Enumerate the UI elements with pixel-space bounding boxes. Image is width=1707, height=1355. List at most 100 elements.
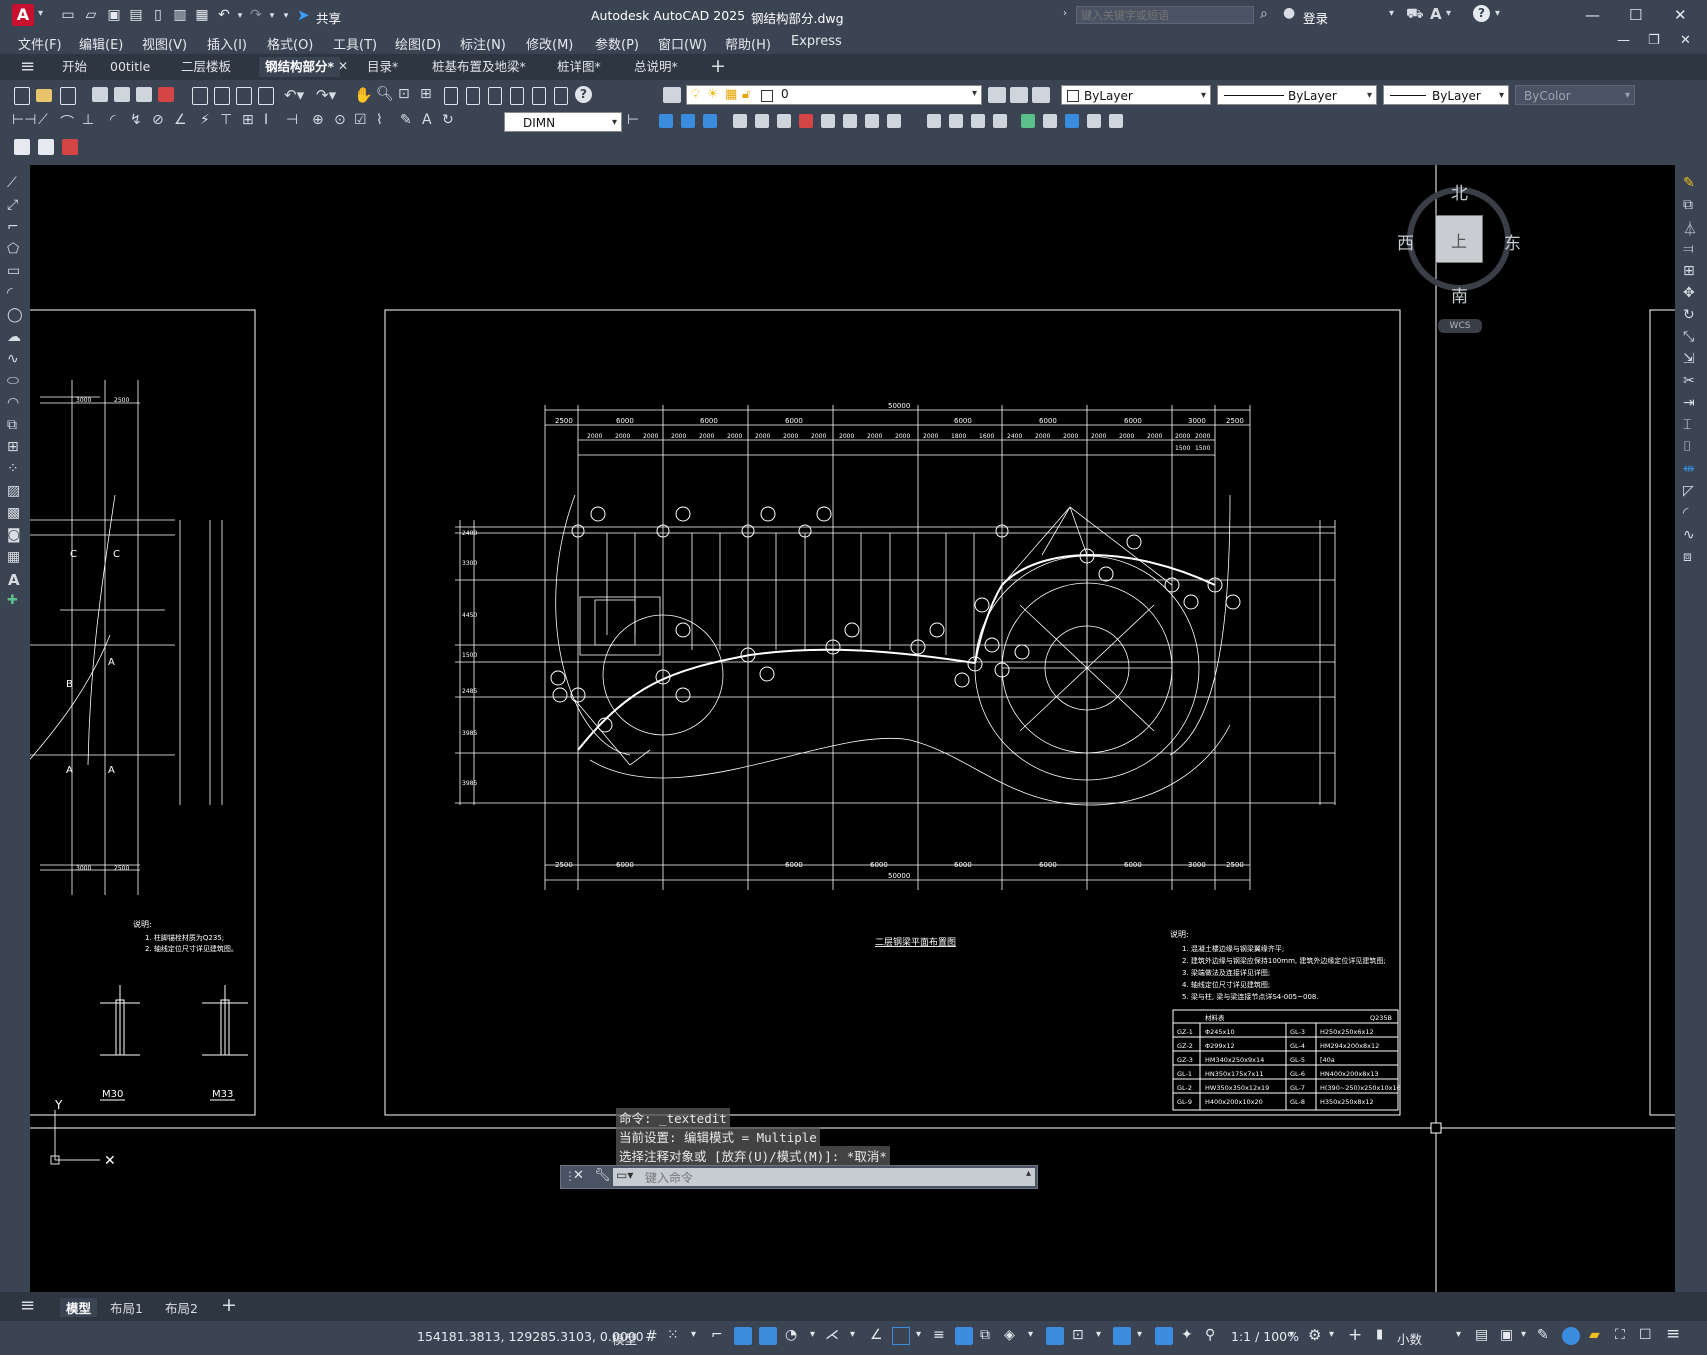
- menu-format[interactable]: 格式(O): [267, 34, 313, 53]
- viewcube-east[interactable]: 东: [1504, 229, 1521, 254]
- qnew-icon[interactable]: [14, 87, 30, 105]
- stretch-icon[interactable]: ⇲: [1683, 351, 1695, 367]
- color-dropdown[interactable]: ByLayer ▾: [1061, 85, 1211, 105]
- login-dropdown-icon[interactable]: ▾: [1389, 8, 1394, 19]
- dim-aligned-icon[interactable]: ⟋: [38, 112, 48, 128]
- save-toolbar-icon[interactable]: [60, 87, 76, 105]
- autodesk-dropdown-icon[interactable]: ▾: [1446, 8, 1451, 19]
- spline-icon[interactable]: ∿: [7, 351, 19, 367]
- erase-icon[interactable]: ✎: [1683, 175, 1695, 191]
- menu-help[interactable]: 帮助(H): [725, 34, 771, 53]
- hatch-edit-icon[interactable]: [799, 114, 813, 128]
- search-icon[interactable]: ⌕: [1260, 6, 1268, 22]
- rotate-icon[interactable]: ↻: [1683, 307, 1695, 323]
- refset-icon[interactable]: [971, 114, 985, 128]
- lock-ui-icon[interactable]: ▣: [1500, 1327, 1513, 1343]
- rectangle-icon[interactable]: ▭: [7, 263, 20, 279]
- cut-icon[interactable]: [192, 87, 208, 105]
- selection-filter-dropdown-icon[interactable]: ▾: [1096, 1329, 1101, 1340]
- sheet-icon[interactable]: ▯: [150, 7, 166, 23]
- menu-insert[interactable]: 插入(I): [207, 34, 247, 53]
- hardware-acceleration-icon[interactable]: [1562, 1327, 1580, 1345]
- login-button[interactable]: 登录: [1303, 8, 1328, 27]
- text-edit-icon[interactable]: [14, 139, 30, 155]
- 3d-osnap-icon[interactable]: ◈: [1004, 1327, 1015, 1343]
- menu-parametric[interactable]: 参数(P): [595, 34, 639, 53]
- doc-minimize-icon[interactable]: —: [1617, 33, 1630, 48]
- redo-toolbar-icon[interactable]: ↷▾: [316, 86, 336, 104]
- join-icon[interactable]: ⇹: [1683, 461, 1695, 477]
- dim-text-edit-icon[interactable]: A: [422, 112, 432, 128]
- menu-express[interactable]: Express: [791, 34, 842, 49]
- menu-draw[interactable]: 绘图(D): [395, 34, 441, 53]
- tab-second-floor[interactable]: 二层楼板: [181, 57, 231, 77]
- help-dropdown-icon[interactable]: ▾: [1495, 8, 1500, 19]
- doc-close-icon[interactable]: ✕: [1680, 33, 1691, 48]
- cart-icon[interactable]: ⛟: [1406, 6, 1424, 24]
- maximize-icon[interactable]: ☐: [1629, 6, 1642, 24]
- dim-arc-icon[interactable]: ⌒: [60, 112, 74, 132]
- lineweight-icon[interactable]: ≡: [933, 1327, 945, 1343]
- dim-linear-icon[interactable]: ⊢⊣: [12, 112, 36, 128]
- layer-dropdown-arrow-icon[interactable]: ▾: [972, 88, 977, 99]
- undo-dropdown-icon[interactable]: ▾: [232, 8, 248, 24]
- region-icon[interactable]: ◙: [7, 527, 21, 543]
- properties-icon[interactable]: [444, 87, 458, 105]
- tab-close-icon[interactable]: ✕: [338, 59, 348, 73]
- markup-icon[interactable]: [532, 87, 546, 105]
- tab-00title[interactable]: 00title: [110, 57, 150, 77]
- gizmo-dropdown-icon[interactable]: ▾: [1137, 1329, 1142, 1340]
- doc-restore-icon[interactable]: ❐: [1648, 33, 1660, 48]
- viewcube-west[interactable]: 西: [1397, 229, 1414, 254]
- zoom-realtime-icon[interactable]: 🔍︎: [376, 86, 394, 102]
- copy-object-icon[interactable]: ⧉: [1683, 197, 1693, 213]
- copy-icon[interactable]: [214, 87, 230, 105]
- save-icon[interactable]: ▣: [106, 7, 122, 23]
- autocad-logo[interactable]: A: [12, 4, 34, 26]
- layer-manager-icon[interactable]: [663, 87, 681, 103]
- 3d-osnap-dropdown-icon[interactable]: ▾: [1028, 1329, 1033, 1340]
- make-block-icon[interactable]: ⊞: [7, 439, 19, 455]
- scale-icon[interactable]: ⤡: [1683, 329, 1694, 345]
- viewcube[interactable]: 北 南 西 东 上 WCS: [1397, 171, 1521, 333]
- text-scale-icon[interactable]: [62, 139, 78, 155]
- calculator-icon[interactable]: [554, 87, 568, 105]
- dim-quick-icon[interactable]: ⚡: [200, 112, 210, 128]
- drawing-canvas[interactable]: 50000 50000 2500 6000 6000 6000 6000 600…: [30, 165, 1675, 1292]
- paste-icon[interactable]: [236, 87, 252, 105]
- menu-dimension[interactable]: 标注(N): [460, 34, 506, 53]
- point-icon[interactable]: ⁘: [7, 461, 19, 477]
- layer-dropdown[interactable]: 💡︎ ☀ ▦ 🔓︎ 0 ▾: [686, 85, 982, 105]
- tab-start[interactable]: 开始: [62, 57, 87, 77]
- new-tab-plus-icon[interactable]: +: [710, 55, 726, 77]
- inspect-icon[interactable]: ☑: [354, 112, 367, 128]
- tool-palettes-icon[interactable]: [488, 87, 502, 105]
- polar-dropdown-icon[interactable]: ▾: [810, 1329, 815, 1340]
- isodraft-icon[interactable]: ⋌: [825, 1327, 839, 1343]
- save-as-icon[interactable]: ▤: [128, 7, 144, 23]
- open-icon[interactable]: [36, 89, 52, 102]
- command-prompt-icon[interactable]: ▭▾: [616, 1168, 633, 1182]
- attribute-edit-icon[interactable]: [733, 114, 747, 128]
- tab-steel-structure[interactable]: 钢结构部分*: [259, 57, 341, 77]
- circle-icon[interactable]: ◯: [7, 307, 23, 323]
- customize-qat-icon[interactable]: ▾: [278, 8, 294, 24]
- dim-jogged-icon[interactable]: ↯: [130, 112, 142, 128]
- dim-edit-icon[interactable]: ✎: [400, 112, 412, 128]
- layer-lock-icon[interactable]: 🔓︎: [742, 87, 750, 102]
- dim-style-dropdown-arrow-icon[interactable]: ▾: [612, 113, 617, 133]
- undo-toolbar-icon[interactable]: ↶▾: [284, 86, 304, 104]
- dim-continue-icon[interactable]: ⊞: [242, 112, 254, 128]
- pan-icon[interactable]: ✋: [354, 86, 373, 104]
- clean-screen-folder-icon[interactable]: ▰: [1589, 1327, 1600, 1343]
- user-icon[interactable]: ●: [1283, 5, 1295, 21]
- block-attr-manager-icon[interactable]: [755, 114, 769, 128]
- layer-previous-icon[interactable]: [1010, 87, 1028, 103]
- plotstyle-dropdown[interactable]: ByColor ▾: [1515, 85, 1635, 105]
- extend-icon[interactable]: ⇥: [1683, 395, 1695, 411]
- model-space-button[interactable]: 模型: [612, 1329, 637, 1348]
- tab-catalog[interactable]: 目录*: [367, 57, 398, 77]
- menu-file[interactable]: 文件(F): [18, 34, 62, 53]
- selection-filter-icon[interactable]: ⊡: [1072, 1327, 1084, 1343]
- tab-layout2[interactable]: 布局2: [165, 1298, 198, 1317]
